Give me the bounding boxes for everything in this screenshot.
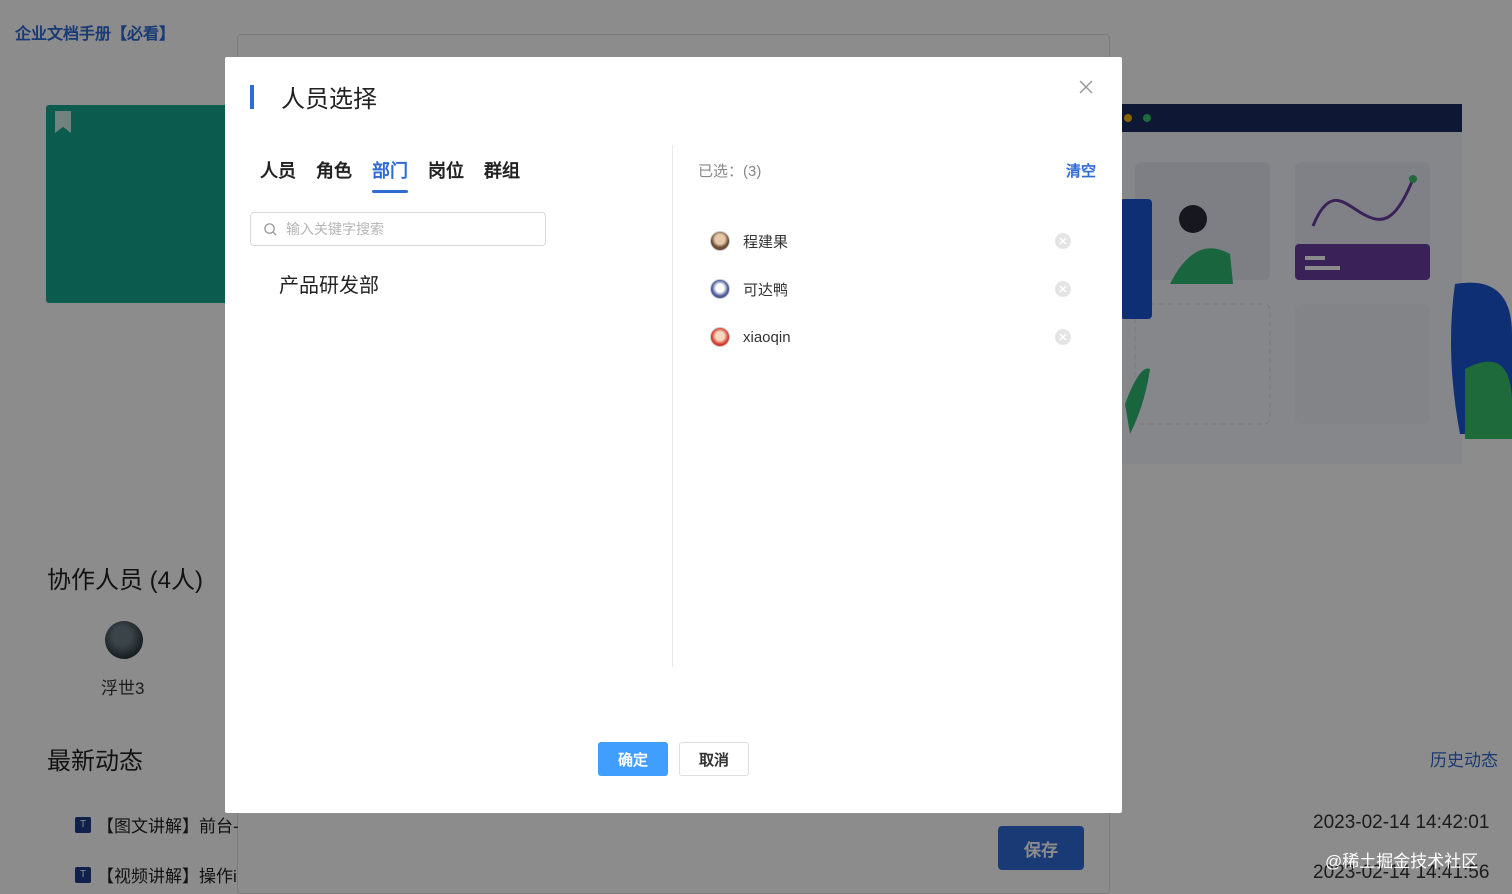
watermark: @稀土掘金技术社区 (1325, 852, 1479, 871)
search-input[interactable] (286, 221, 526, 237)
tab-departments[interactable]: 部门 (372, 157, 408, 193)
remove-icon[interactable] (1054, 232, 1072, 250)
department-item[interactable]: 产品研发部 (279, 269, 379, 298)
tab-positions[interactable]: 岗位 (428, 157, 464, 193)
remove-icon[interactable] (1054, 280, 1072, 298)
title-accent-bar (250, 84, 254, 109)
selected-list: 程建果 可达鸭 xiaoqin (710, 217, 1072, 361)
dialog-header: 人员选择 (250, 79, 377, 114)
tab-roles[interactable]: 角色 (316, 157, 352, 193)
selected-item: 可达鸭 (710, 265, 1072, 313)
person-select-dialog: 人员选择 人员 角色 部门 岗位 群组 产品研发部 已选：(3) 清空 程建果 … (225, 57, 1122, 813)
close-icon[interactable] (1076, 77, 1096, 97)
search-icon (264, 222, 277, 236)
selected-name: 程建果 (743, 233, 789, 251)
dialog-title: 人员选择 (281, 86, 377, 113)
panel-divider (672, 145, 673, 667)
selected-item: xiaoqin (710, 313, 1072, 361)
confirm-button[interactable]: 确定 (598, 742, 668, 776)
avatar (710, 279, 730, 299)
tab-groups[interactable]: 群组 (484, 157, 520, 193)
selected-count: 已选：(3) (698, 163, 762, 180)
selector-tabs: 人员 角色 部门 岗位 群组 (260, 157, 520, 193)
avatar (710, 231, 730, 251)
selected-item: 程建果 (710, 217, 1072, 265)
search-box (250, 212, 546, 246)
remove-icon[interactable] (1054, 328, 1072, 346)
selected-name: 可达鸭 (743, 281, 789, 299)
cancel-button[interactable]: 取消 (679, 742, 749, 776)
tab-people[interactable]: 人员 (260, 157, 296, 193)
clear-button[interactable]: 清空 (1066, 160, 1096, 181)
avatar (710, 327, 730, 347)
selected-name: xiaoqin (743, 328, 791, 346)
